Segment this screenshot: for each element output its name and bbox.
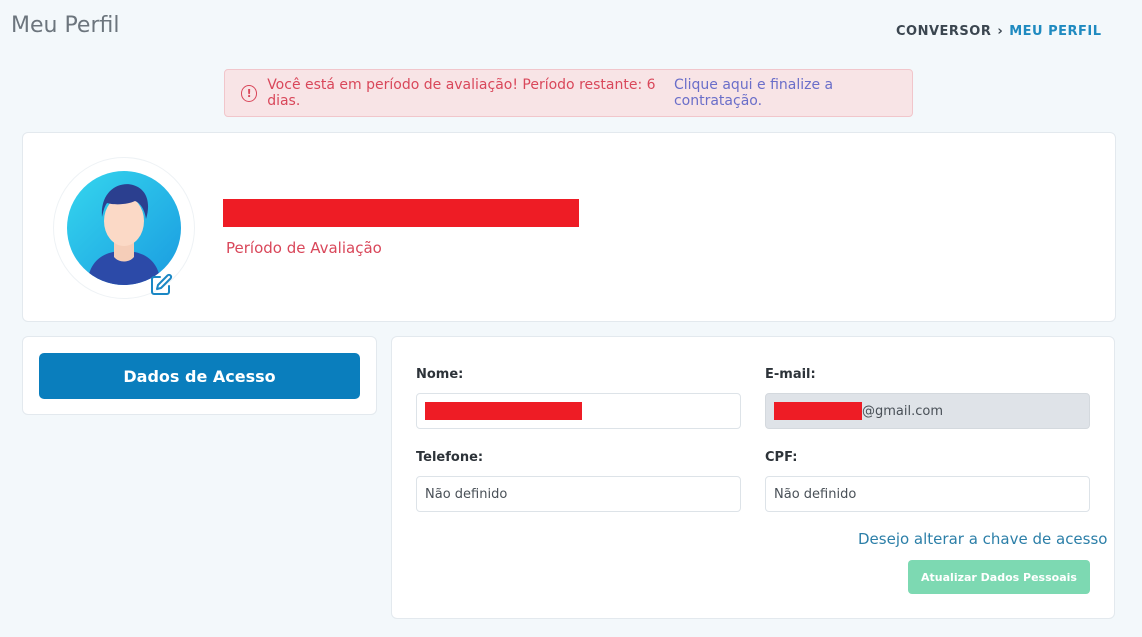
finalize-contract-link[interactable]: Clique aqui e finalize a contratação.	[674, 77, 912, 109]
phone-label: Telefone:	[416, 450, 484, 465]
cpf-field[interactable]: Não definido	[765, 476, 1090, 512]
redacted-name-value	[425, 402, 582, 420]
phone-field[interactable]: Não definido	[416, 476, 741, 512]
profile-sidebar: Dados de Acesso	[22, 336, 377, 415]
plan-status-label: Período de Avaliação	[226, 239, 382, 257]
update-personal-data-button[interactable]: Atualizar Dados Pessoais	[908, 560, 1090, 594]
info-circle-icon: !	[241, 84, 258, 102]
redacted-email-value	[774, 402, 862, 420]
access-data-button[interactable]: Dados de Acesso	[39, 353, 360, 399]
name-field[interactable]	[416, 393, 741, 429]
breadcrumb-item-meu-perfil: MEU PERFIL	[1009, 24, 1102, 39]
redacted-user-name	[223, 199, 579, 227]
user-avatar-icon	[87, 184, 161, 285]
cpf-label: CPF:	[765, 450, 798, 465]
email-domain: @gmail.com	[862, 403, 944, 419]
name-label: Nome:	[416, 367, 464, 382]
breadcrumb: CONVERSOR › MEU PERFIL	[896, 24, 1102, 39]
personal-data-form: Nome: E-mail: @gmail.com Telefone: Não d…	[391, 336, 1115, 619]
change-access-key-link[interactable]: Desejo alterar a chave de acesso	[858, 530, 1107, 548]
profile-card: Período de Avaliação	[22, 132, 1116, 322]
trial-alert: ! Você está em período de avaliação! Per…	[224, 69, 913, 117]
email-field: @gmail.com	[765, 393, 1090, 429]
chevron-right-icon: ›	[997, 24, 1004, 39]
breadcrumb-item-conversor[interactable]: CONVERSOR	[896, 24, 991, 39]
trial-alert-text: Você está em período de avaliação! Perío…	[267, 77, 656, 109]
avatar	[67, 171, 181, 285]
avatar-frame	[53, 157, 195, 299]
edit-avatar-icon[interactable]	[149, 273, 173, 297]
page-title: Meu Perfil	[11, 13, 120, 38]
email-label: E-mail:	[765, 367, 816, 382]
